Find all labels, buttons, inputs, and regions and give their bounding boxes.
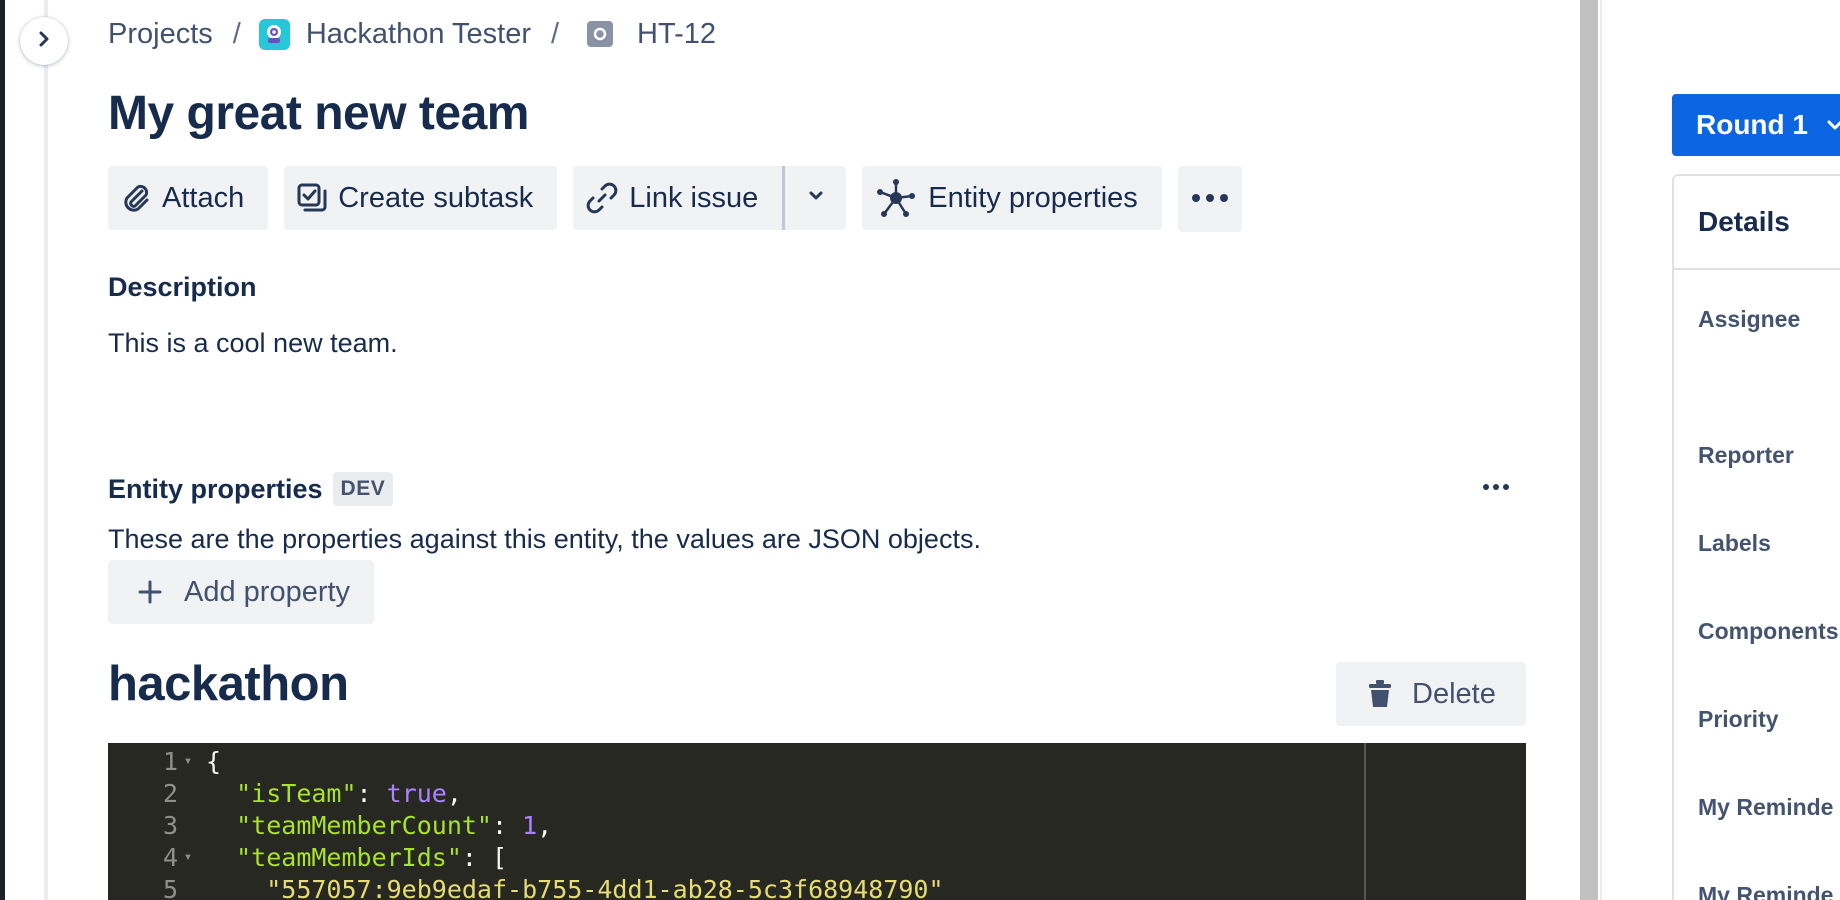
add-property-label: Add property bbox=[184, 575, 351, 608]
line-number: 4 bbox=[162, 842, 178, 872]
entity-properties-button[interactable]: Entity properties bbox=[862, 166, 1162, 230]
editor-print-margin bbox=[1364, 743, 1366, 900]
json-trail: , bbox=[446, 778, 462, 808]
more-actions-button[interactable] bbox=[1177, 166, 1242, 232]
json-value: 1 bbox=[522, 810, 538, 840]
round-status-label: Round 1 bbox=[1696, 109, 1808, 140]
field-label-reporter: Reporter bbox=[1698, 442, 1794, 468]
link-issue-split-button: Link issue bbox=[573, 166, 847, 230]
chevron-down-icon bbox=[807, 189, 825, 207]
entity-properties-label: Entity properties bbox=[928, 181, 1138, 214]
fold-toggle-icon[interactable]: ▾ bbox=[178, 753, 198, 769]
chevron-down-icon bbox=[1826, 119, 1840, 131]
code-text: "557057:9eb9edaf-b755-4dd1-ab28-5c3f6894… bbox=[198, 874, 944, 900]
main-scrollbar[interactable] bbox=[1580, 0, 1598, 900]
breadcrumb: Projects / Hackathon Tester / HT-12 bbox=[108, 14, 716, 54]
attach-button[interactable]: Attach bbox=[108, 166, 269, 230]
details-header[interactable]: Details bbox=[1674, 176, 1840, 270]
sidebar-divider bbox=[44, 0, 48, 900]
attach-label: Attach bbox=[162, 181, 245, 214]
breadcrumb-issue-key[interactable]: HT-12 bbox=[637, 18, 716, 51]
create-subtask-button[interactable]: Create subtask bbox=[284, 166, 558, 230]
entity-properties-header: Entity properties DEV bbox=[108, 472, 394, 506]
json-key: "teamMemberIds" bbox=[236, 842, 462, 872]
details-panel: Details Assignee Reporter Labels Compone… bbox=[1672, 174, 1840, 900]
line-number: 2 bbox=[162, 778, 178, 808]
description-text[interactable]: This is a cool new team. bbox=[108, 328, 398, 359]
graph-node-icon bbox=[874, 176, 918, 220]
paperclip-icon bbox=[120, 182, 152, 214]
entity-properties-more-button[interactable] bbox=[1472, 470, 1520, 504]
link-issue-label: Link issue bbox=[629, 181, 759, 214]
code-text: "isTeam": true, bbox=[198, 779, 462, 808]
field-label-labels: Labels bbox=[1698, 530, 1771, 556]
line-number: 3 bbox=[162, 810, 178, 840]
field-label-my-reminder-2: My Reminde bbox=[1698, 882, 1834, 900]
link-issue-dropdown-button[interactable] bbox=[782, 166, 847, 230]
line-number: 5 bbox=[162, 874, 178, 900]
line-number: 1 bbox=[162, 746, 178, 776]
dev-badge: DEV bbox=[332, 472, 394, 506]
issue-main-panel: Projects / Hackathon Tester / HT-12 My g… bbox=[108, 0, 1528, 900]
link-icon bbox=[585, 181, 619, 215]
fold-toggle-icon[interactable]: ▾ bbox=[178, 849, 198, 865]
json-key: "teamMemberCount" bbox=[236, 810, 492, 840]
round-status-button[interactable]: Round 1 bbox=[1672, 94, 1840, 156]
json-key: "isTeam" bbox=[236, 778, 357, 808]
delete-property-button[interactable]: Delete bbox=[1336, 662, 1526, 726]
entity-properties-heading: Entity properties bbox=[108, 473, 323, 504]
json-trail: : [ bbox=[461, 842, 508, 872]
breadcrumb-separator: / bbox=[232, 17, 241, 50]
plus-icon bbox=[138, 580, 162, 604]
expand-sidebar-button[interactable] bbox=[20, 17, 68, 65]
field-label-priority: Priority bbox=[1698, 706, 1779, 732]
subtask-icon bbox=[296, 182, 328, 214]
right-panel-divider bbox=[1600, 0, 1602, 900]
code-text: { bbox=[206, 746, 222, 776]
json-value: "557057:9eb9edaf-b755-4dd1-ab28-5c3f6894… bbox=[266, 874, 944, 900]
breadcrumb-project-link[interactable]: Hackathon Tester bbox=[306, 18, 531, 51]
issue-type-icon[interactable] bbox=[587, 21, 614, 47]
create-subtask-label: Create subtask bbox=[338, 181, 534, 214]
chevron-right-icon bbox=[36, 29, 52, 54]
details-title: Details bbox=[1698, 206, 1790, 237]
code-text: "teamMemberCount": 1, bbox=[198, 811, 552, 840]
field-label-assignee: Assignee bbox=[1698, 306, 1801, 332]
issue-title[interactable]: My great new team bbox=[108, 86, 529, 141]
code-line: 5 "557057:9eb9edaf-b755-4dd1-ab28-5c3f68… bbox=[108, 873, 944, 900]
code-text: "teamMemberIds": [ bbox=[198, 843, 507, 872]
field-label-components: Components bbox=[1698, 618, 1839, 644]
add-property-button[interactable]: Add property bbox=[108, 560, 375, 624]
code-line: 4 ▾ "teamMemberIds": [ bbox=[108, 841, 507, 873]
link-issue-button[interactable]: Link issue bbox=[573, 166, 783, 230]
property-name: hackathon bbox=[108, 657, 349, 711]
trash-icon bbox=[1368, 680, 1392, 708]
app-left-edge bbox=[0, 0, 5, 900]
issue-toolbar: Attach Create subtask Link issue Entity … bbox=[108, 166, 1242, 232]
breadcrumb-separator: / bbox=[550, 17, 560, 50]
description-heading: Description bbox=[108, 272, 257, 302]
json-value: true bbox=[386, 778, 447, 808]
json-trail: , bbox=[537, 810, 553, 840]
field-label-my-reminder: My Reminde bbox=[1698, 794, 1834, 820]
delete-property-label: Delete bbox=[1412, 677, 1496, 710]
json-code-editor[interactable]: 1 ▾ { 2 "isTeam": true, 3 "teamMemberCou… bbox=[108, 743, 1526, 900]
json-colon: : bbox=[356, 778, 387, 808]
project-avatar-icon bbox=[258, 18, 290, 50]
breadcrumb-projects-link[interactable]: Projects bbox=[108, 18, 213, 51]
more-horizontal-icon bbox=[1482, 478, 1510, 496]
entity-properties-help-text: These are the properties against this en… bbox=[108, 524, 981, 554]
more-horizontal-icon bbox=[1190, 190, 1230, 208]
code-line: 2 "isTeam": true, bbox=[108, 777, 462, 809]
code-line: 3 "teamMemberCount": 1, bbox=[108, 809, 552, 841]
code-line: 1 ▾ { bbox=[108, 745, 221, 777]
json-colon: : bbox=[491, 810, 523, 840]
